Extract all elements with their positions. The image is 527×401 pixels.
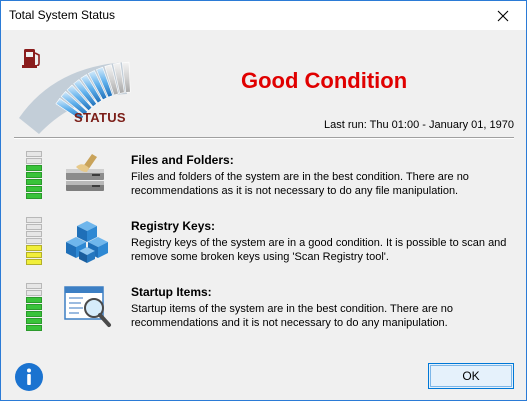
fuel-pump-icon [22,49,40,68]
meter-segment [26,318,42,324]
status-header: STATUS Good Condition Last run: Thu 01:0… [1,30,526,138]
meter-segment [26,158,42,164]
health-meter [26,217,44,266]
item-description: Registry keys of the system are in a goo… [131,237,507,263]
meter-segment [26,238,42,244]
registry-cubes-icon [66,221,108,263]
meter-segment [26,290,42,296]
info-icon[interactable] [14,362,44,392]
meter-segment [26,165,42,171]
status-item-startup-items: Startup Items: Startup items of the syst… [1,283,526,345]
last-run-text: Last run: Thu 01:00 - January 01, 1970 [324,119,514,131]
meter-segment [26,224,42,230]
item-description: Startup items of the system are in the b… [131,303,454,329]
meter-segment [26,311,42,317]
health-meter [26,151,44,200]
meter-segment [26,179,42,185]
meter-segment [26,186,42,192]
meter-segment [26,217,42,223]
meter-segment [26,325,42,331]
total-system-status-window: Total System Status STATUS Good Conditio… [0,0,527,401]
disk-cleanup-icon [66,154,104,191]
dialog-footer: OK [1,351,526,400]
health-meter [26,283,44,332]
window-title: Total System Status [9,8,116,22]
condition-title: Good Condition [241,68,408,93]
title-bar: Total System Status [1,1,526,30]
item-title: Registry Keys: [131,219,216,233]
meter-segment [26,172,42,178]
status-item-files-and-folders: Files and Folders: Files and folders of … [1,151,526,213]
item-description: Files and folders of the system are in t… [131,171,469,197]
meter-segment [26,297,42,303]
startup-window-magnifier-icon [64,286,111,327]
close-button[interactable] [480,1,526,30]
ok-button-label: OK [462,369,480,383]
meter-segment [26,193,42,199]
meter-segment [26,151,42,157]
meter-segment [26,252,42,258]
meter-segment [26,231,42,237]
meter-segment [26,245,42,251]
status-item-registry-keys: Registry Keys: Registry keys of the syst… [1,217,526,279]
meter-segment [26,259,42,265]
header-divider [14,137,514,139]
item-title: Startup Items: [131,285,212,299]
close-icon [497,10,509,21]
meter-segment [26,304,42,310]
item-title: Files and Folders: [131,153,234,167]
status-label: STATUS [74,110,126,125]
meter-segment [26,283,42,289]
ok-button[interactable]: OK [428,363,514,389]
